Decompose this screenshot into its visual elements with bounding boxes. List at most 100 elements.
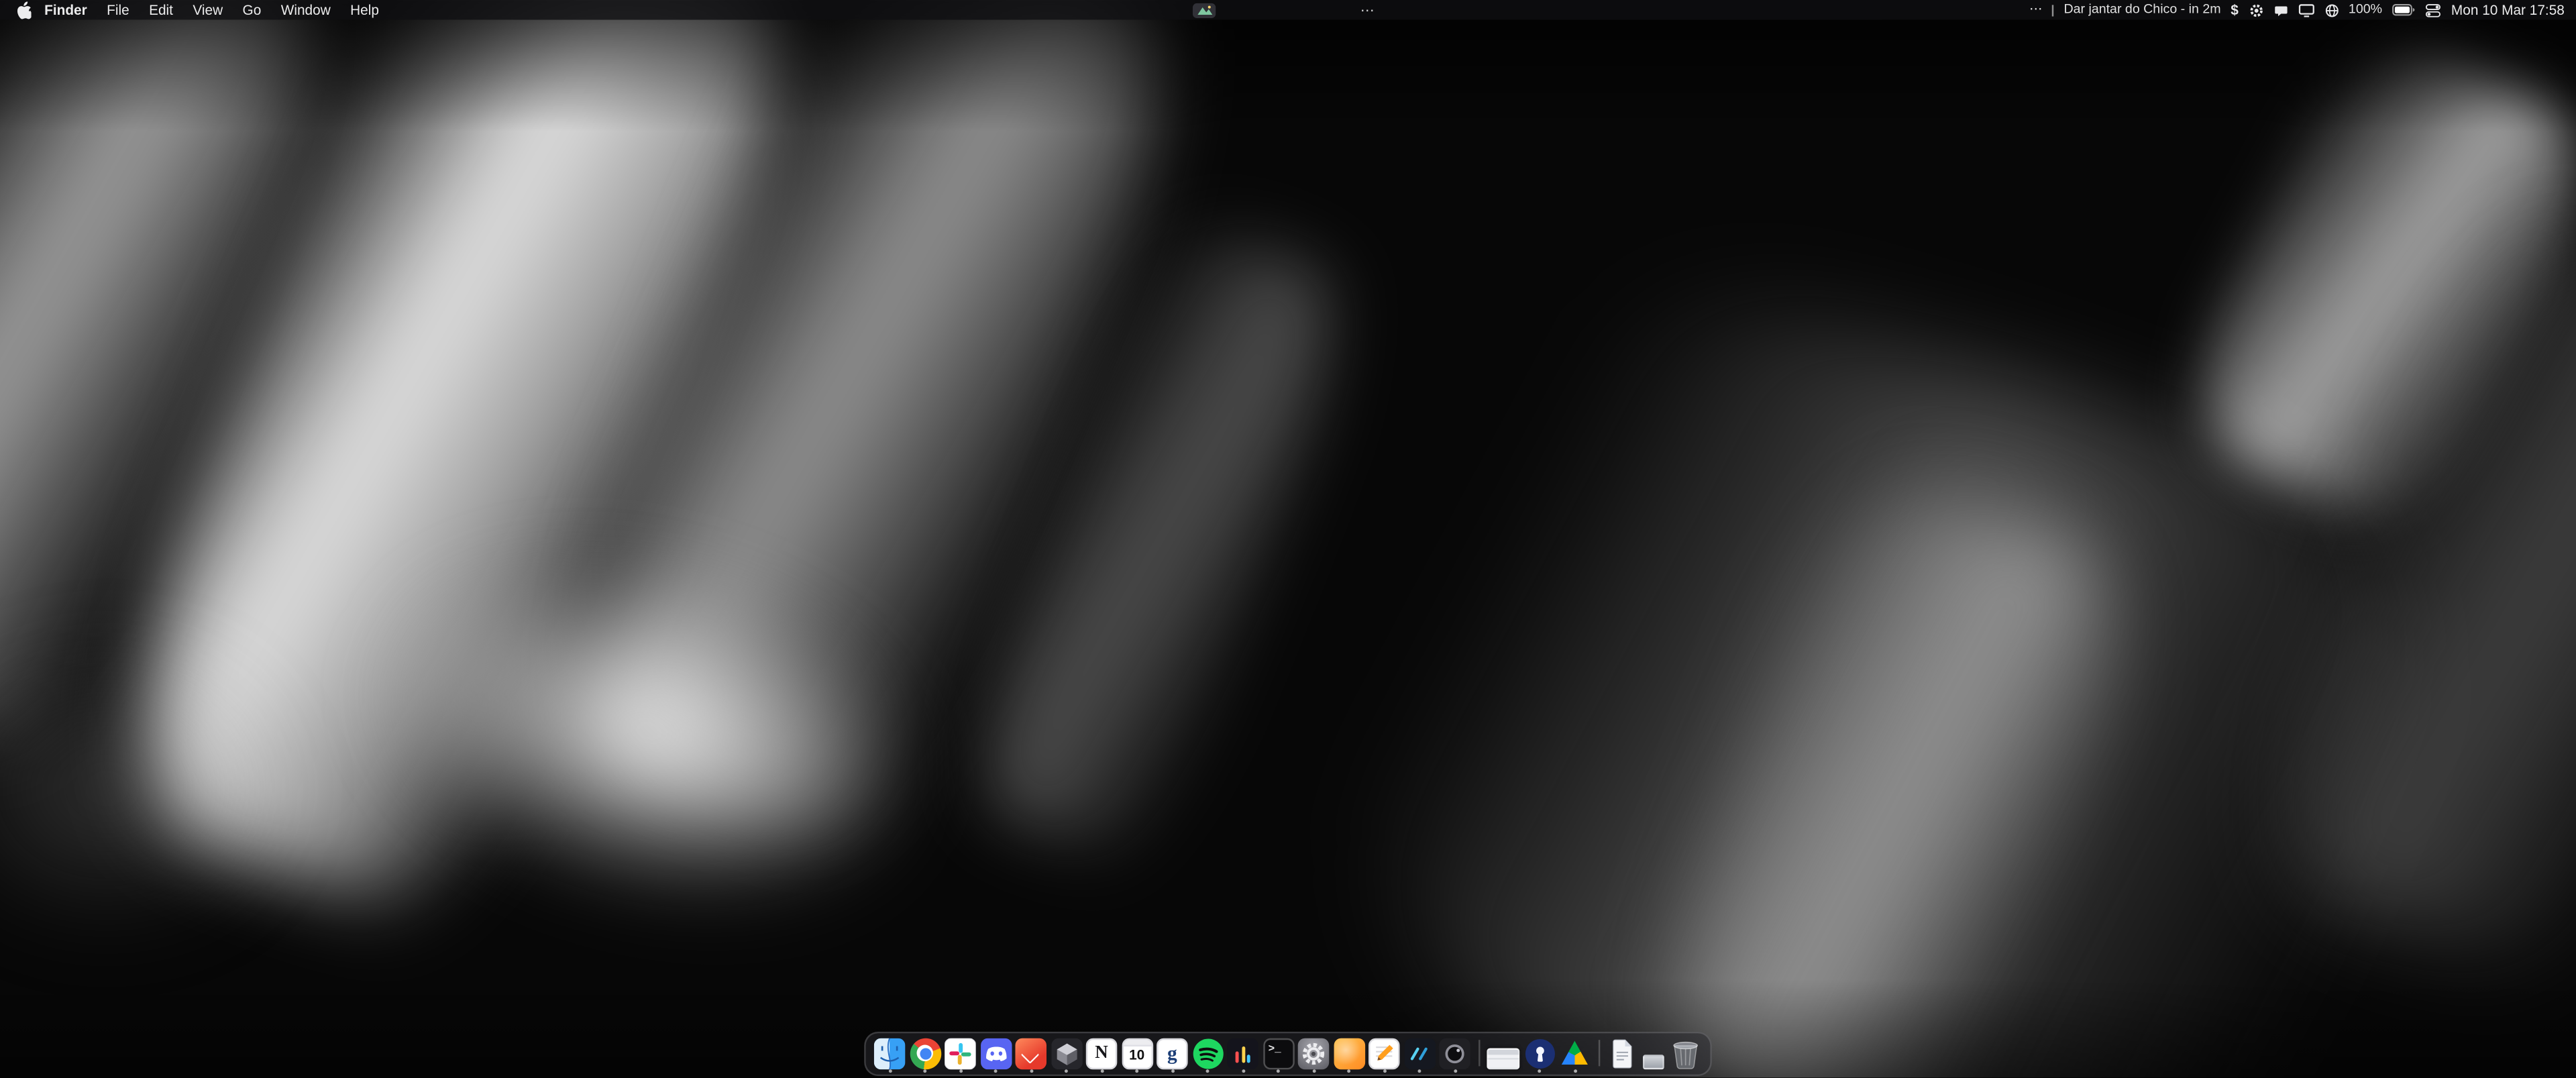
dock-item-window-thumbnail[interactable] — [1487, 1038, 1519, 1069]
dock-item-red-app[interactable] — [1015, 1038, 1046, 1069]
chat-icon[interactable] — [2273, 3, 2288, 17]
dock-item-trash[interactable] — [1669, 1038, 1702, 1069]
running-indicator — [994, 1070, 998, 1073]
menu-bar-status-area: ⋯ Dar jantar do Chico - in 2m $ — [2029, 0, 2576, 19]
dock-item-camera-app[interactable] — [1439, 1038, 1470, 1069]
apple-logo-icon — [16, 1, 31, 19]
menu-bar: Finder File Edit View Go Window Help ⋯ ⋯… — [0, 0, 2576, 19]
menu-window[interactable]: Window — [271, 0, 340, 19]
dock-separator — [1598, 1040, 1599, 1067]
dock-item-spotify[interactable] — [1192, 1038, 1224, 1069]
running-indicator — [923, 1070, 926, 1073]
menubar-center-app[interactable] — [1193, 3, 1216, 17]
dock-item-discord[interactable] — [980, 1038, 1012, 1069]
dock-item-notion[interactable]: N — [1086, 1038, 1118, 1069]
dollar-icon[interactable]: $ — [2231, 0, 2239, 19]
dock-item-equalizer-app[interactable] — [1227, 1038, 1258, 1069]
finder-icon — [874, 1038, 906, 1069]
dock: N 10 g — [864, 1031, 1712, 1075]
slack-icon — [945, 1038, 976, 1069]
running-indicator — [1347, 1070, 1350, 1073]
menu-help[interactable]: Help — [340, 0, 388, 19]
globe-icon[interactable] — [2324, 3, 2339, 17]
menu-finder[interactable]: Finder — [34, 0, 97, 19]
running-indicator — [1241, 1070, 1244, 1073]
menubar-overflow-icon[interactable]: ⋯ — [2029, 0, 2043, 19]
dock-item-finder[interactable] — [874, 1038, 906, 1069]
dock-item-dev-app[interactable] — [1404, 1038, 1436, 1069]
calendar-event-widget[interactable]: Dar jantar do Chico - in 2m — [2063, 0, 2220, 19]
menu-file[interactable]: File — [97, 0, 139, 19]
dock-item-goodnotes[interactable]: g — [1157, 1038, 1188, 1069]
document-file-icon — [1607, 1038, 1638, 1069]
menu-go[interactable]: Go — [233, 0, 271, 19]
red-app-icon — [1015, 1038, 1046, 1069]
apple-menu-icon[interactable] — [13, 1, 35, 19]
dock-item-orange-app[interactable] — [1333, 1038, 1364, 1069]
system-settings-icon — [1298, 1038, 1330, 1069]
orange-app-icon — [1333, 1038, 1364, 1069]
running-indicator — [1538, 1070, 1541, 1073]
dock-item-chrome[interactable] — [910, 1038, 941, 1069]
dock-item-google-drive[interactable] — [1559, 1038, 1591, 1069]
dock-item-pages[interactable] — [1368, 1038, 1400, 1069]
desktop-wallpaper — [0, 0, 2576, 1078]
1password-icon — [1523, 1038, 1555, 1069]
chrome-icon — [910, 1038, 941, 1069]
running-indicator — [1135, 1070, 1138, 1073]
equalizer-icon — [1227, 1038, 1258, 1069]
terminal-glyph: >_ — [1269, 1042, 1281, 1054]
gear-icon[interactable] — [2249, 3, 2263, 17]
battery-icon[interactable] — [2392, 3, 2415, 17]
running-indicator — [1171, 1070, 1174, 1073]
dock-item-minimized-window[interactable] — [1642, 1038, 1665, 1069]
trash-icon — [1669, 1038, 1702, 1069]
menu-bar-left: Finder File Edit View Go Window Help — [0, 0, 389, 19]
notion-glyph: N — [1095, 1044, 1108, 1063]
display-icon[interactable] — [2298, 3, 2314, 17]
menu-edit[interactable]: Edit — [139, 0, 182, 19]
running-indicator — [1100, 1070, 1104, 1073]
spotify-icon — [1192, 1038, 1224, 1069]
dark-app-icon — [1051, 1038, 1082, 1069]
desktop[interactable]: Finder File Edit View Go Window Help ⋯ ⋯… — [0, 0, 2576, 1078]
running-indicator — [1206, 1070, 1210, 1073]
running-indicator — [1453, 1070, 1456, 1073]
battery-percentage: 100% — [2349, 0, 2382, 19]
running-indicator — [1065, 1070, 1068, 1073]
control-center-icon[interactable] — [2425, 3, 2441, 17]
camera-lens-icon — [1439, 1038, 1470, 1069]
pages-icon — [1368, 1038, 1400, 1069]
running-indicator — [1417, 1070, 1421, 1073]
google-drive-icon — [1559, 1038, 1591, 1069]
dock-item-terminal[interactable]: >_ — [1263, 1038, 1294, 1069]
running-indicator — [1312, 1070, 1316, 1073]
dock-item-slack[interactable] — [945, 1038, 976, 1069]
event-separator — [2052, 4, 2053, 15]
dock-item-dark-app[interactable] — [1051, 1038, 1082, 1069]
notion-calendar-icon: 10 — [1121, 1038, 1152, 1069]
window-thumbnail-icon — [1487, 1048, 1519, 1069]
terminal-icon: >_ — [1263, 1038, 1294, 1069]
discord-icon — [980, 1038, 1012, 1069]
menubar-hidden-items-icon[interactable]: ⋯ — [1360, 0, 1375, 19]
notion-icon: N — [1086, 1038, 1118, 1069]
dock-item-system-settings[interactable] — [1298, 1038, 1330, 1069]
menu-view[interactable]: View — [183, 0, 233, 19]
goodnotes-glyph: g — [1167, 1041, 1177, 1066]
picture-icon — [1197, 5, 1212, 15]
calendar-date-glyph: 10 — [1129, 1046, 1144, 1063]
running-indicator — [888, 1070, 892, 1073]
minimized-window-icon — [1643, 1055, 1664, 1069]
running-indicator — [1277, 1070, 1280, 1073]
running-indicator — [1573, 1070, 1576, 1073]
running-indicator — [959, 1070, 962, 1073]
dock-item-document[interactable] — [1607, 1038, 1638, 1069]
running-indicator — [1029, 1070, 1032, 1073]
goodnotes-icon: g — [1157, 1038, 1188, 1069]
dev-app-icon — [1404, 1038, 1436, 1069]
dock-item-1password[interactable] — [1523, 1038, 1555, 1069]
running-indicator — [1383, 1070, 1386, 1073]
menubar-clock[interactable]: Mon 10 Mar 17:58 — [2451, 0, 2565, 19]
dock-item-notion-calendar[interactable]: 10 — [1121, 1038, 1152, 1069]
